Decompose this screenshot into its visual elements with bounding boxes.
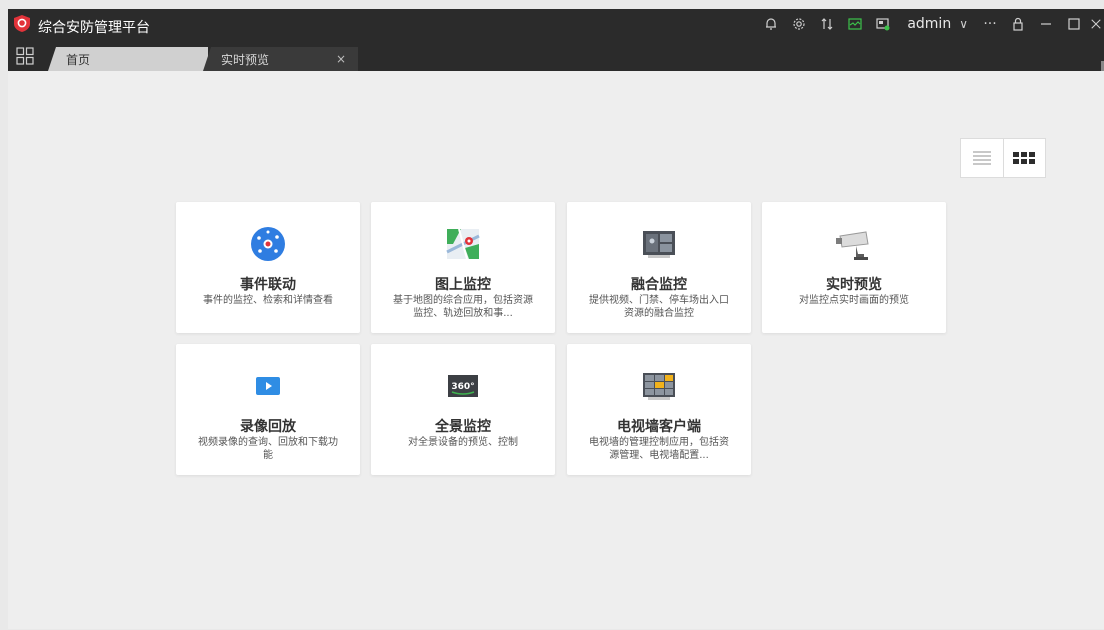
window-toolbar: admin ∨ ··· [757,9,1104,39]
tv-wall-icon [643,373,675,400]
tab-home[interactable]: 首页 [48,47,208,71]
view-mode-toggle [960,138,1046,178]
card-event-linkage[interactable]: 事件联动 事件的监控、检索和详情查看 [176,202,360,333]
card-fusion-monitor[interactable]: 融合监控 提供视频、门禁、停车场出入口资源的融合监控 [567,202,751,333]
monitor-status-icon[interactable] [843,12,867,36]
card-playback[interactable]: 录像回放 视频录像的查询、回放和下载功能 [176,344,360,475]
title-bar: 综合安防管理平台 admin ∨ ··· 首页 实时预览 × [8,9,1104,71]
transfer-arrows-icon[interactable] [815,12,839,36]
playback-icon [256,377,280,395]
card-panorama-monitor[interactable]: 360° 全景监控 对全景设备的预览、控制 [371,344,555,475]
maximize-icon[interactable] [1062,12,1086,36]
card-tv-wall-client[interactable]: 电视墙客户端 电视墙的管理控制应用，包括资源管理、电视墙配置... [567,344,751,475]
fusion-monitor-icon [643,231,675,258]
username-label[interactable]: admin [907,16,951,32]
grid-view-icon [1013,152,1036,164]
card-description: 提供视频、门禁、停车场出入口资源的融合监控 [589,295,729,319]
grid-view-button[interactable] [1004,139,1046,177]
svg-text:360°: 360° [451,382,474,392]
panorama-360-icon: 360° [448,375,478,397]
notification-bell-icon[interactable] [759,12,783,36]
screen-record-icon[interactable] [871,12,895,36]
card-description: 基于地图的综合应用，包括资源监控、轨迹回放和事... [393,295,533,319]
app-title: 综合安防管理平台 [38,20,150,36]
app-grid-menu-icon[interactable] [16,47,34,65]
card-live-preview[interactable]: 实时预览 对监控点实时画面的预览 [762,202,946,333]
tab-live-preview-label: 实时预览 [221,52,270,67]
tab-home-label: 首页 [66,52,91,67]
card-description: 对监控点实时画面的预览 [799,295,909,306]
card-description: 事件的监控、检索和详情查看 [203,295,333,306]
minimize-icon[interactable] [1034,12,1058,36]
card-title: 图上监控 [435,277,491,293]
tab-live-preview[interactable]: 实时预览 × [203,47,358,71]
card-map-monitor[interactable]: 图上监控 基于地图的综合应用，包括资源监控、轨迹回放和事... [371,202,555,333]
lock-icon[interactable] [1006,12,1030,36]
list-view-button[interactable] [961,139,1004,177]
card-description: 电视墙的管理控制应用，包括资源管理、电视墙配置... [589,437,729,461]
event-linkage-icon [251,227,285,261]
user-menu-chevron-icon[interactable]: ∨ [959,17,968,31]
list-view-icon [972,151,991,165]
more-icon[interactable]: ··· [978,12,1002,36]
card-description: 对全景设备的预览、控制 [408,437,518,448]
tab-close-icon[interactable]: × [336,52,346,66]
app-window: 综合安防管理平台 admin ∨ ··· 首页 实时预览 × 事件联动 事件的监… [8,9,1104,629]
card-title: 融合监控 [631,277,687,293]
close-window-icon[interactable] [1090,12,1102,36]
card-title: 录像回放 [240,419,296,435]
card-title: 实时预览 [826,277,882,293]
map-monitor-icon [446,228,480,260]
card-title: 电视墙客户端 [617,419,701,435]
settings-gear-icon[interactable] [787,12,811,36]
card-title: 事件联动 [240,277,296,293]
card-title: 全景监控 [435,419,491,435]
card-description: 视频录像的查询、回放和下载功能 [198,437,338,461]
camera-icon [836,231,869,260]
app-logo-icon [14,15,30,32]
